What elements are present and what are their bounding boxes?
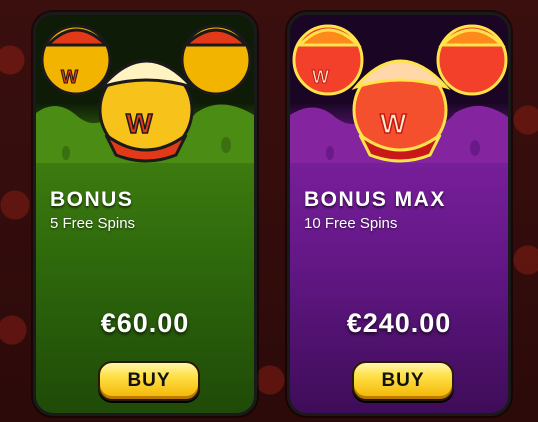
- free-spins-count: 10 Free Spins: [304, 215, 398, 232]
- svg-text:W: W: [312, 67, 329, 87]
- bonus-price: €60.00: [100, 308, 190, 338]
- bonus-max-price: €240.00: [346, 308, 452, 338]
- svg-text:W: W: [126, 108, 153, 139]
- bonus-card[interactable]: W W BONUS 5 Free Spins €60.00 BUY: [33, 12, 257, 416]
- gold-mascots-illustration: W W: [40, 24, 252, 163]
- buy-button[interactable]: BUY: [352, 361, 454, 401]
- svg-text:W: W: [61, 67, 78, 87]
- card-title: BONUS: [50, 188, 134, 211]
- free-spins-count: 5 Free Spins: [50, 215, 136, 232]
- bonus-max-card[interactable]: W W BONUS MAX 10 Free Spins €240.00 BUY: [287, 12, 511, 416]
- buy-button[interactable]: BUY: [98, 361, 200, 401]
- svg-text:W: W: [380, 108, 407, 139]
- red-mascots-illustration: W W: [292, 24, 508, 163]
- card-title: BONUS MAX: [304, 188, 446, 211]
